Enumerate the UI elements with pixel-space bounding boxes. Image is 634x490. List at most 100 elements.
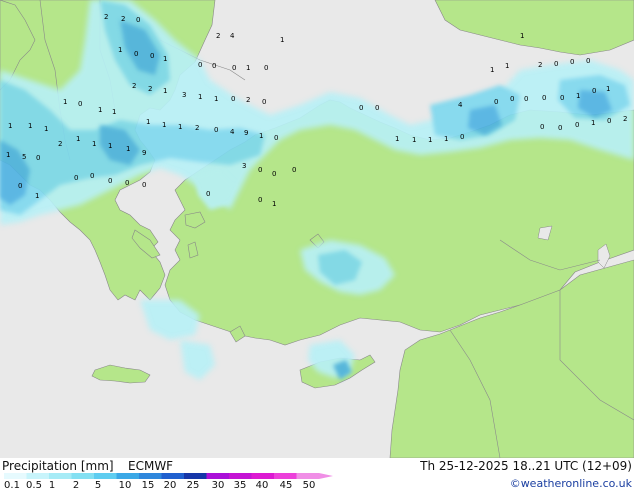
precip-value: 1 <box>246 64 250 72</box>
precip-value: 3 <box>182 91 186 99</box>
precip-value: 1 <box>126 145 130 153</box>
precip-value: 0 <box>198 61 202 69</box>
precip-value: 0 <box>292 166 296 174</box>
color-scale-segment <box>184 473 207 479</box>
precip-value: 1 <box>76 135 80 143</box>
precip-value: 4 <box>458 101 463 109</box>
precip-value: 3 <box>242 162 246 170</box>
precip-value: 1 <box>8 122 12 130</box>
precip-value: 2 <box>195 124 199 132</box>
color-scale-tick: 5 <box>95 480 101 490</box>
precip-value: 1 <box>28 122 32 130</box>
precip-value: 0 <box>460 133 464 141</box>
precip-value: 9 <box>142 149 146 157</box>
color-scale-tick: 45 <box>280 480 293 490</box>
precip-value: 2 <box>538 61 542 69</box>
precip-value: 1 <box>272 200 276 208</box>
precip-value: 0 <box>262 98 266 106</box>
precip-value: 1 <box>63 98 67 106</box>
precip-value: 1 <box>591 119 595 127</box>
color-scale-segment <box>4 473 27 479</box>
precip-value: 0 <box>524 95 528 103</box>
precip-value: 1 <box>112 108 116 116</box>
color-scale-tick: 15 <box>142 480 155 490</box>
precip-value: 2 <box>216 32 220 40</box>
precip-value: 2 <box>121 15 125 23</box>
precip-value: 1 <box>118 46 122 54</box>
precip-value: 1 <box>146 118 150 126</box>
precip-value: 0 <box>494 98 498 106</box>
precip-value: 0 <box>134 50 138 58</box>
precipitation-map: 2 2 0 2 4 1 1 0 0 1 0 0 0 1 0 2 2 1 3 1 1 0 2 0 1 0 1 1 1 1 1 1 1 1 2 0 4 9 1 0… <box>0 0 634 458</box>
precip-value: 2 <box>132 82 136 90</box>
precip-value: 4 <box>230 32 235 40</box>
color-scale-tick: 0.1 <box>4 480 20 490</box>
precip-value: 2 <box>148 85 152 93</box>
color-scale-segment <box>229 473 252 479</box>
precip-value: 1 <box>576 92 580 100</box>
precip-value: 1 <box>490 66 494 74</box>
precip-value: 1 <box>44 125 48 133</box>
precip-value: 0 <box>375 104 379 112</box>
precip-value: 0 <box>74 174 78 182</box>
precip-value: 2 <box>623 115 627 123</box>
precip-value: 4 <box>230 128 235 136</box>
precip-value: 0 <box>90 172 94 180</box>
legend-bar: Precipitation [mm] ECMWF Th 25-12-2025 1… <box>0 458 634 490</box>
precip-value: 0 <box>212 62 216 70</box>
precip-value: 0 <box>274 134 278 142</box>
credit[interactable]: ©weatheronline.co.uk <box>510 477 633 490</box>
color-scale-tick: 40 <box>256 480 269 490</box>
color-scale-arrow <box>319 473 333 479</box>
color-scale-segment <box>49 473 72 479</box>
precip-value: 1 <box>198 93 202 101</box>
precip-value: 2 <box>58 140 62 148</box>
color-scale-segment <box>94 473 117 479</box>
color-scale-segment <box>274 473 297 479</box>
color-scale-segment <box>206 473 229 479</box>
precip-value: 1 <box>505 62 509 70</box>
precip-value: 0 <box>586 57 590 65</box>
color-scale <box>4 473 333 479</box>
precip-value: 0 <box>542 94 546 102</box>
precip-value: 1 <box>108 142 112 150</box>
precip-value: 0 <box>125 179 129 187</box>
color-scale-segment <box>161 473 184 479</box>
precip-value: 1 <box>98 106 102 114</box>
color-scale-tick: 1 <box>49 480 55 490</box>
precip-value: 0 <box>264 64 268 72</box>
color-scale-segment <box>116 473 139 479</box>
precip-value: 0 <box>592 87 596 95</box>
color-scale-segment <box>296 473 319 479</box>
precip-value: 0 <box>258 196 262 204</box>
precip-value: 0 <box>607 117 611 125</box>
precip-value: 0 <box>136 16 140 24</box>
precip-value: 1 <box>214 95 218 103</box>
precip-value: 1 <box>162 121 166 129</box>
precip-value: 1 <box>163 55 167 63</box>
precip-value: 0 <box>232 64 236 72</box>
precip-value: 0 <box>214 126 218 134</box>
precip-value: 0 <box>18 182 22 190</box>
precip-value: 1 <box>35 192 39 200</box>
legend-title: Precipitation [mm] <box>2 459 114 473</box>
forecast-datetime: Th 25-12-2025 18..21 UTC (12+09) <box>419 459 632 473</box>
precip-value: 9 <box>244 129 248 137</box>
precip-value: 1 <box>444 135 448 143</box>
color-scale-tick: 0.5 <box>26 480 42 490</box>
precip-value: 0 <box>258 166 262 174</box>
precip-value: 1 <box>163 87 167 95</box>
color-scale-tick: 50 <box>303 480 316 490</box>
precip-value: 0 <box>272 170 276 178</box>
precip-value: 0 <box>78 100 82 108</box>
color-scale-segment <box>139 473 162 479</box>
color-scale-segment <box>71 473 94 479</box>
color-scale-ticks: 0.1 0.5 1 2 5 10 15 20 25 30 35 40 45 50 <box>4 480 315 490</box>
precip-value: 1 <box>428 136 432 144</box>
precip-value: 1 <box>178 123 182 131</box>
color-scale-segment <box>26 473 49 479</box>
precip-value: 5 <box>22 153 26 161</box>
precip-value: 0 <box>359 104 363 112</box>
precip-value: 0 <box>206 190 210 198</box>
precip-value: 1 <box>259 132 263 140</box>
